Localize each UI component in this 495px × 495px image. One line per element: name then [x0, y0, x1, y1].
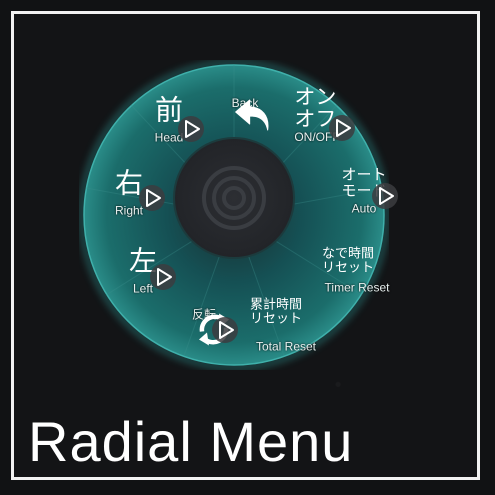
menu-item-back[interactable]: Back	[232, 96, 269, 131]
timer-reset-jp-label: なで時間 リセット	[321, 246, 374, 275]
head-play-icon[interactable]	[178, 116, 204, 142]
back-arrow-icon	[235, 99, 269, 131]
total-reset-label: Total Reset	[255, 339, 317, 354]
total-reset-jp-label: 累計時間 リセット	[249, 297, 302, 326]
left-play-icon[interactable]	[150, 264, 176, 290]
right-play-icon[interactable]	[139, 185, 165, 211]
reverse-play-icon[interactable]	[212, 317, 238, 343]
onoff-play-icon[interactable]	[329, 115, 355, 141]
menu-item-timer-reset[interactable]: なで時間 リセット Timer Reset	[307, 246, 390, 295]
timer-reset-label: Timer Reset	[324, 280, 390, 295]
auto-play-icon[interactable]	[372, 183, 398, 209]
radial-menu: Back オン オフ ON/OFF オート モード Auto なで時間 リセット…	[79, 60, 398, 370]
menu-item-total-reset[interactable]: 累計時間 リセット Total Reset	[249, 297, 317, 354]
caption-title: Radial Menu	[28, 410, 354, 473]
